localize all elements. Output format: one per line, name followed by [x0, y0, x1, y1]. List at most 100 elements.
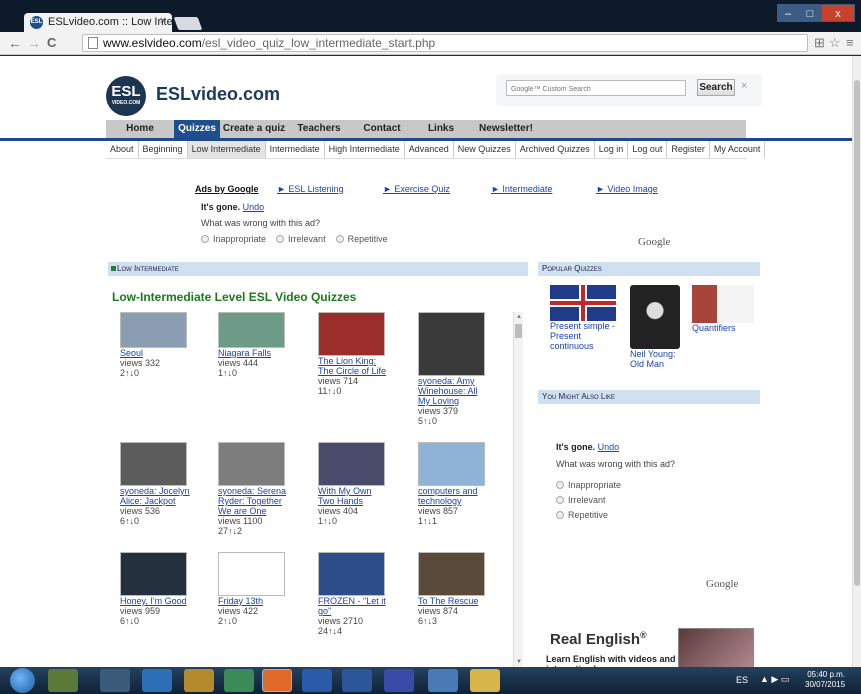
radio-icon[interactable] [556, 481, 564, 489]
quiz-item[interactable]: computers and technology views 857 1↑↓1 [418, 442, 488, 526]
quiz-list[interactable]: ▲ ▼ Seoul views 332 2↑↓0 Niagara Falls views… [108, 312, 528, 667]
subnav-item-archived-quizzes[interactable]: Archived Quizzes [516, 141, 595, 158]
quiz-item[interactable]: FROZEN - "Let it go" views 2710 24↑↓4 [318, 552, 388, 636]
translate-icon[interactable]: ⊞ [814, 35, 825, 51]
subnav-item-log-in[interactable]: Log in [595, 141, 629, 158]
subnav-item-my-account[interactable]: My Account [710, 141, 766, 158]
nav-item-newsletter[interactable]: Newsletter! [468, 120, 544, 138]
ad-link[interactable]: ► Exercise Quiz [383, 184, 450, 194]
popular-quiz-title[interactable]: Neil Young: Old Man [630, 349, 690, 369]
radio-repetitive[interactable]: Repetitive [335, 234, 388, 244]
radio-icon[interactable] [201, 235, 209, 243]
quiz-thumbnail[interactable] [418, 442, 485, 486]
radio-irrelevant[interactable]: Irrelevant [556, 495, 621, 505]
search-input[interactable] [506, 80, 686, 96]
quiz-item[interactable]: To The Rescue views 874 6↑↓3 [418, 552, 488, 626]
word-taskbar-icon[interactable] [342, 669, 372, 692]
quiz-title[interactable]: computers and technology [418, 486, 488, 506]
quiz-title[interactable]: Niagara Falls [218, 348, 288, 358]
quiz-thumbnail[interactable] [120, 312, 187, 348]
browser-menu-icon[interactable]: ≡ [846, 35, 854, 50]
quiz-thumbnail[interactable] [120, 552, 187, 596]
browser-tab[interactable]: ESL ESLvideo.com :: Low Interr × [24, 13, 172, 32]
maximize-button[interactable]: □ [799, 4, 821, 22]
popular-quiz-item[interactable]: Quantifiers [692, 285, 756, 333]
page-scrollbar[interactable] [852, 56, 861, 667]
quiz-thumbnail[interactable] [218, 552, 285, 596]
quiz-title[interactable]: syoneda: Jocelyn Alice: Jackpot [120, 486, 190, 506]
new-tab-button[interactable] [173, 17, 203, 30]
quiz-item[interactable]: syoneda: Serena Ryder: Together We are O… [218, 442, 288, 536]
subnav-item-low-intermediate[interactable]: Low Intermediate [187, 141, 266, 158]
nav-item-create-a-quiz[interactable]: Create a quiz [220, 120, 288, 138]
scroll-thumb[interactable] [515, 324, 522, 338]
ad-link[interactable]: ► Video Image [596, 184, 658, 194]
quiz-title[interactable]: Honey, I'm Good [120, 596, 190, 606]
taskbar-app-icon[interactable] [48, 669, 78, 692]
page-scroll-thumb[interactable] [854, 80, 860, 586]
popular-quiz-item[interactable]: Neil Young: Old Man [630, 285, 690, 369]
quiz-thumbnail[interactable] [318, 442, 385, 486]
radio-inappropriate[interactable]: Inappropriate [556, 480, 621, 490]
radio-icon[interactable] [335, 235, 344, 243]
chrome-taskbar-icon[interactable] [262, 669, 292, 692]
quiz-thumbnail[interactable] [120, 442, 187, 486]
quiz-item[interactable]: The Lion King: The Circle of Life views 7… [318, 312, 388, 396]
subnav-item-high-intermediate[interactable]: High Intermediate [325, 141, 405, 158]
ads-by-google-link[interactable]: Ads by Google [195, 184, 259, 194]
undo-link[interactable]: Undo [598, 442, 620, 452]
real-english-ad-image[interactable] [678, 628, 754, 667]
back-arrow-icon[interactable]: ← [8, 35, 22, 51]
tray-icons[interactable]: ▲ ▶ ▭ [760, 674, 789, 685]
tab-close-icon[interactable]: × [160, 15, 166, 27]
search-button[interactable]: Search [697, 79, 735, 96]
radio-icon[interactable] [276, 235, 285, 243]
taskbar-app-icon[interactable] [100, 669, 130, 692]
forward-arrow-icon[interactable]: → [27, 35, 41, 51]
subnav-item-advanced[interactable]: Advanced [405, 141, 454, 158]
address-bar[interactable]: www.eslvideo.com/esl_video_quiz_low_inte… [82, 34, 808, 52]
subnav-item-log-out[interactable]: Log out [628, 141, 668, 158]
nav-item-contact[interactable]: Contact [350, 120, 414, 138]
undo-link[interactable]: Undo [243, 202, 265, 212]
popular-quiz-item[interactable]: Present simple - Present continuous [550, 285, 620, 351]
bookmark-star-icon[interactable]: ☆ [829, 35, 841, 51]
quiz-item[interactable]: syoneda: Amy Winehouse: All My Loving vie… [418, 312, 488, 426]
quiz-thumbnail[interactable] [318, 312, 385, 356]
scroll-up-icon[interactable]: ▲ [516, 314, 522, 320]
quiz-item[interactable]: syoneda: Jocelyn Alice: Jackpot views 536… [120, 442, 190, 526]
scroll-down-icon[interactable]: ▼ [516, 659, 522, 665]
popular-quiz-thumbnail[interactable] [550, 285, 616, 321]
taskbar-app-icon[interactable] [302, 669, 332, 692]
taskbar-app-icon[interactable] [428, 669, 458, 692]
radio-inappropriate[interactable]: Inappropriate [201, 234, 266, 244]
language-indicator[interactable]: ES [736, 675, 748, 685]
ad-link[interactable]: ► Intermediate [491, 184, 552, 194]
ad-link[interactable]: ► ESL Listening [277, 184, 344, 194]
radio-repetitive[interactable]: Repetitive [556, 510, 621, 520]
quiz-item[interactable]: With My Own Two Hands views 404 1↑↓0 [318, 442, 388, 526]
nav-item-quizzes[interactable]: Quizzes [174, 120, 220, 138]
clear-search-icon[interactable]: × [741, 80, 747, 92]
subnav-item-about[interactable]: About [106, 141, 139, 158]
system-clock[interactable]: 05:40 p.m. 30/07/2015 [805, 670, 845, 690]
site-logo[interactable]: VIDEO.COM ESL [106, 76, 146, 116]
subnav-item-intermediate[interactable]: Intermediate [266, 141, 325, 158]
nav-item-home[interactable]: Home [106, 120, 174, 138]
quiz-title[interactable]: syoneda: Amy Winehouse: All My Loving [418, 376, 488, 406]
quiz-title[interactable]: The Lion King: The Circle of Life [318, 356, 388, 376]
close-window-button[interactable]: x [821, 4, 855, 22]
site-name[interactable]: ESLvideo.com [156, 84, 280, 105]
reload-icon[interactable]: C [47, 35, 56, 51]
quiz-title[interactable]: syoneda: Serena Ryder: Together We are O… [218, 486, 288, 516]
quiz-list-scrollbar[interactable]: ▲ ▼ [513, 312, 523, 667]
nav-item-teachers[interactable]: Teachers [288, 120, 350, 138]
quiz-thumbnail[interactable] [218, 442, 285, 486]
taskbar-app-icon[interactable] [224, 669, 254, 692]
quiz-title[interactable]: With My Own Two Hands [318, 486, 388, 506]
quiz-title[interactable]: FROZEN - "Let it go" [318, 596, 388, 616]
subnav-item-beginning[interactable]: Beginning [139, 141, 188, 158]
quiz-thumbnail[interactable] [418, 552, 485, 596]
radio-icon[interactable] [556, 511, 564, 519]
quiz-item[interactable]: Honey, I'm Good views 959 6↑↓0 [120, 552, 190, 626]
